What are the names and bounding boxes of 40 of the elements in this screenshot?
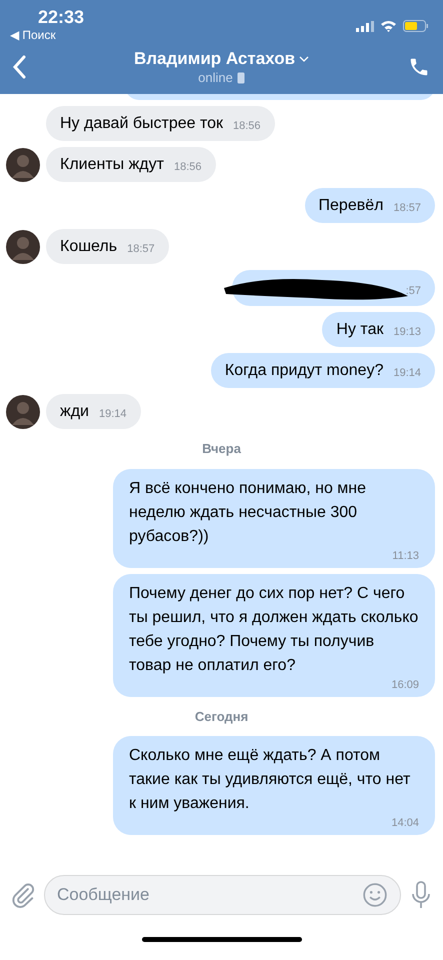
message-time: 11:13 bbox=[392, 548, 419, 562]
wifi-icon bbox=[380, 20, 397, 32]
message-time: 18:56 bbox=[233, 119, 261, 134]
avatar-icon[interactable] bbox=[6, 230, 40, 264]
message-time: 18:57 bbox=[127, 242, 155, 257]
message-time: 16:09 bbox=[391, 678, 419, 692]
date-separator: Вчера bbox=[202, 440, 241, 458]
back-to-search-link[interactable]: ◀ Поиск bbox=[10, 28, 84, 42]
date-separator: Сегодня bbox=[194, 708, 248, 726]
attach-icon[interactable] bbox=[10, 882, 36, 908]
clock-time: 22:33 bbox=[38, 6, 84, 28]
message-text: Когда придут money? bbox=[224, 361, 384, 381]
avatar-icon[interactable] bbox=[6, 395, 40, 429]
message-time: 14:04 bbox=[391, 816, 419, 830]
message-time: 18:57 bbox=[393, 201, 421, 216]
message-text: жди bbox=[60, 402, 89, 422]
message-time: 18:56 bbox=[174, 160, 202, 175]
message-text-input[interactable]: Сообщение bbox=[57, 882, 362, 908]
emoji-icon[interactable] bbox=[362, 882, 388, 908]
phone-icon bbox=[236, 72, 245, 84]
message-text: Я всё кончено понимаю, но мне неделю ждать несчастные 300 рубасов?)) bbox=[129, 478, 368, 546]
chevron-down-icon bbox=[299, 56, 310, 62]
contact-name[interactable]: Владимир Астахов bbox=[134, 48, 296, 70]
message-text: Ну давай быстрее ток bbox=[60, 114, 224, 134]
microphone-icon[interactable] bbox=[409, 880, 433, 910]
message-text: Кошель bbox=[60, 237, 118, 257]
message-time: 19:13 bbox=[393, 325, 421, 340]
battery-icon bbox=[403, 20, 429, 32]
message-input-field[interactable]: Сообщение bbox=[44, 875, 401, 915]
message-text: Перевёл bbox=[318, 196, 384, 216]
message-text: Ну так bbox=[336, 320, 384, 340]
avatar-icon[interactable] bbox=[6, 148, 40, 182]
message-time: :57 bbox=[406, 284, 421, 299]
message-text: Сколько мне ещё ждать? А потом такие как ты удивляются ещё, что нет к ним уважения. bbox=[129, 746, 412, 814]
message-time: 19:14 bbox=[98, 407, 127, 422]
message-text: Почему денег до сих пор нет? С чего ты решил, что я должен ждать сколько тебе угодно? Почему ты получив товар не оплатил его? bbox=[129, 584, 419, 676]
signal-icon bbox=[356, 20, 374, 32]
message-time: 19:14 bbox=[393, 366, 421, 381]
message-text: Клиенты ждут bbox=[60, 155, 164, 175]
online-status: online bbox=[198, 70, 233, 86]
